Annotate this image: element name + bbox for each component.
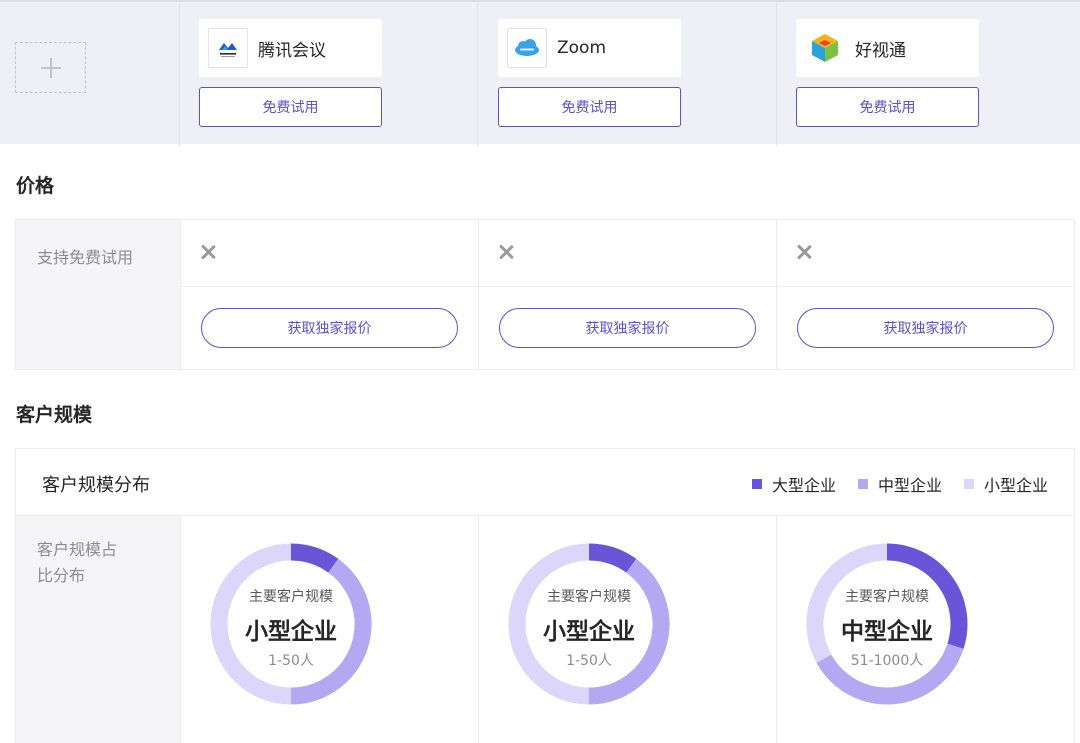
price-table: 支持免费试用 获取独家报价 获取独家报价 获取独家报价: [15, 219, 1075, 370]
chart-legend: 大型企业 中型企业 小型企业: [751, 472, 1048, 496]
price-label-cell: 支持免费试用: [16, 220, 180, 369]
free-trial-button[interactable]: 免费试用: [796, 87, 979, 127]
donut-range: 1-50人: [268, 653, 314, 669]
column-divider: [180, 220, 181, 369]
product-card[interactable]: 好视通: [796, 19, 979, 77]
scale-chart-title: 客户规模分布: [42, 475, 150, 496]
legend-item-medium: 中型企业: [857, 472, 942, 496]
product-column-haoshitong: 好视通 免费试用: [796, 19, 979, 127]
legend-label: 大型企业: [771, 476, 836, 495]
legend-label: 中型企业: [877, 476, 942, 495]
row-divider: [180, 286, 1074, 287]
get-quote-button[interactable]: 获取独家报价: [499, 308, 756, 348]
legend-swatch: [751, 479, 762, 489]
haoshitong-logo: [805, 28, 845, 68]
get-quote-button[interactable]: 获取独家报价: [201, 308, 458, 348]
free-trial-button[interactable]: 免费试用: [199, 87, 382, 127]
product-column-tencent: 腾讯会议 免费试用: [199, 19, 382, 127]
donut-main-scale: 小型企业: [245, 619, 337, 645]
product-card[interactable]: 腾讯会议: [199, 19, 382, 77]
donut-main-scale: 中型企业: [841, 619, 933, 645]
free-trial-row-label: 支持免费试用: [37, 248, 134, 267]
add-product-button[interactable]: [15, 42, 86, 93]
product-column-zoom: Zoom 免费试用: [498, 19, 681, 127]
donut-chart: 主要客户规模 小型企业 1-50人: [209, 542, 373, 706]
close-icon: [796, 244, 812, 260]
scale-panel-header: 客户规模分布 大型企业 中型企业 小型企业: [16, 449, 1074, 516]
close-icon: [200, 244, 216, 260]
donut-chart: 主要客户规模 中型企业 51-1000人: [805, 542, 969, 706]
column-divider: [776, 516, 777, 743]
product-name: 好视通: [855, 40, 906, 61]
donut-center: 主要客户规模 中型企业 51-1000人: [805, 542, 969, 706]
donut-range: 51-1000人: [850, 653, 924, 669]
close-icon: [498, 244, 514, 260]
column-divider: [477, 2, 478, 146]
product-compare-header: 腾讯会议 免费试用 Zoom 免费试用 好视通 免费试用: [0, 0, 1080, 146]
legend-item-large: 大型企业: [751, 472, 836, 496]
customer-scale-section-title: 客户规模: [16, 404, 93, 426]
product-name: Zoom: [557, 38, 607, 58]
customer-scale-panel: 客户规模分布 大型企业 中型企业 小型企业 客户规模占比分布 主要客户规模 小型…: [15, 448, 1075, 743]
scale-label-cell: 客户规模占比分布: [16, 516, 180, 743]
column-divider: [180, 516, 181, 743]
donut-center: 主要客户规模 小型企业 1-50人: [507, 542, 671, 706]
legend-swatch: [963, 479, 974, 489]
legend-swatch: [857, 479, 868, 489]
free-trial-button[interactable]: 免费试用: [498, 87, 681, 127]
donut-caption: 主要客户规模: [845, 589, 929, 605]
column-divider: [179, 2, 180, 146]
column-divider: [776, 2, 777, 146]
tencent-meeting-logo: [208, 28, 248, 68]
plus-icon: [40, 57, 61, 78]
price-section-title: 价格: [16, 175, 55, 197]
donut-main-scale: 小型企业: [543, 619, 635, 645]
donut-chart: 主要客户规模 小型企业 1-50人: [507, 542, 671, 706]
column-divider: [478, 220, 479, 369]
column-divider: [776, 220, 777, 369]
donut-caption: 主要客户规模: [547, 589, 631, 605]
zoom-logo: [507, 28, 547, 68]
get-quote-button[interactable]: 获取独家报价: [797, 308, 1054, 348]
donut-center: 主要客户规模 小型企业 1-50人: [209, 542, 373, 706]
donut-caption: 主要客户规模: [249, 589, 333, 605]
legend-label: 小型企业: [983, 476, 1048, 495]
legend-item-small: 小型企业: [963, 472, 1048, 496]
scale-row-label: 客户规模占比分布: [37, 540, 118, 585]
product-name: 腾讯会议: [258, 40, 326, 61]
column-divider: [478, 516, 479, 743]
product-card[interactable]: Zoom: [498, 19, 681, 77]
donut-range: 1-50人: [566, 653, 612, 669]
